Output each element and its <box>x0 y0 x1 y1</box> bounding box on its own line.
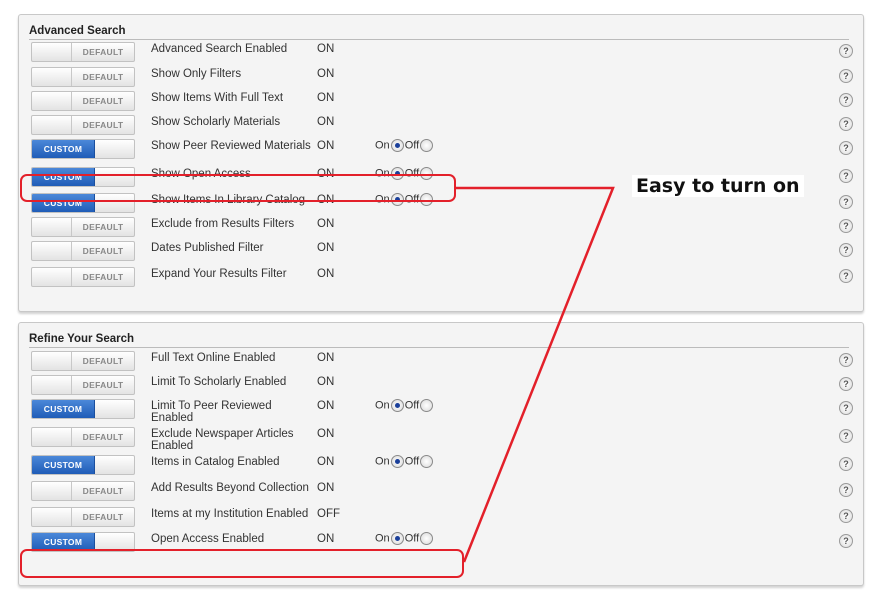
annotation-connector <box>456 186 615 563</box>
annotation-callout: Easy to turn on <box>632 175 804 197</box>
annotation-arrow-lines <box>456 186 615 563</box>
